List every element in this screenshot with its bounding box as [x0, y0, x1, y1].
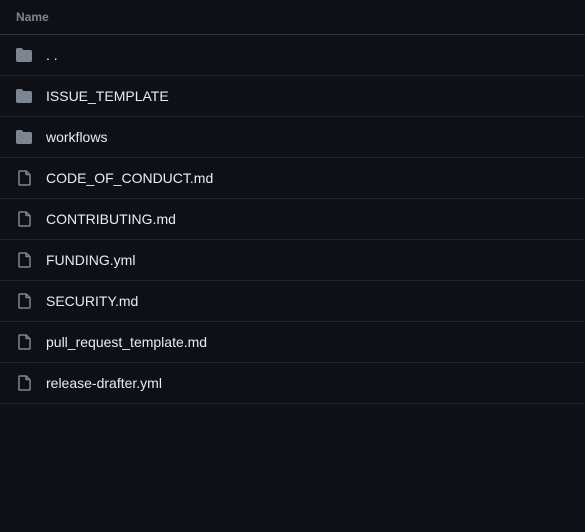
file-link[interactable]: CONTRIBUTING.md [46, 211, 176, 227]
file-list-table: Name . . ISSUE_TEMPLATE workflows CODE_OF_C… [0, 0, 585, 404]
table-header: Name [0, 0, 585, 35]
table-row[interactable]: pull_request_template.md [0, 322, 585, 363]
table-row[interactable]: workflows [0, 117, 585, 158]
column-header-name: Name [16, 10, 49, 24]
folder-icon [16, 129, 32, 145]
directory-link[interactable]: . . [46, 47, 58, 63]
file-link[interactable]: release-drafter.yml [46, 375, 162, 391]
file-icon [16, 334, 32, 350]
table-row[interactable]: CONTRIBUTING.md [0, 199, 585, 240]
table-row[interactable]: SECURITY.md [0, 281, 585, 322]
file-link[interactable]: pull_request_template.md [46, 334, 207, 350]
file-link[interactable]: FUNDING.yml [46, 252, 135, 268]
folder-icon [16, 88, 32, 104]
table-row[interactable]: FUNDING.yml [0, 240, 585, 281]
file-icon [16, 211, 32, 227]
file-link[interactable]: CODE_OF_CONDUCT.md [46, 170, 213, 186]
folder-icon [16, 47, 32, 63]
table-row[interactable]: release-drafter.yml [0, 363, 585, 404]
table-body: . . ISSUE_TEMPLATE workflows CODE_OF_CONDUC… [0, 35, 585, 404]
table-row[interactable]: CODE_OF_CONDUCT.md [0, 158, 585, 199]
directory-link[interactable]: ISSUE_TEMPLATE [46, 88, 169, 104]
table-row[interactable]: ISSUE_TEMPLATE [0, 76, 585, 117]
table-row[interactable]: . . [0, 35, 585, 76]
file-icon [16, 170, 32, 186]
directory-link[interactable]: workflows [46, 129, 107, 145]
file-icon [16, 293, 32, 309]
file-icon [16, 375, 32, 391]
file-link[interactable]: SECURITY.md [46, 293, 138, 309]
file-icon [16, 252, 32, 268]
